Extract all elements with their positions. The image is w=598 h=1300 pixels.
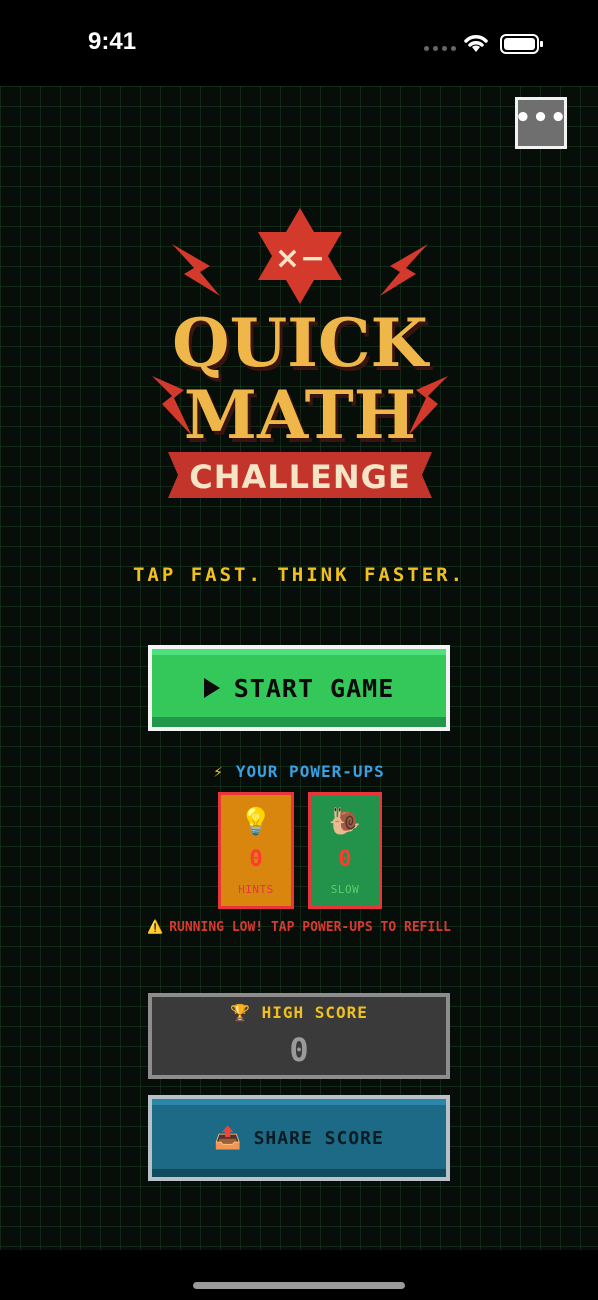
low-powerups-warning: ⚠️ RUNNING LOW! TAP POWER-UPS TO REFILL — [0, 920, 598, 935]
tagline: TAP FAST. THINK FASTER. — [132, 564, 466, 586]
signal-icon — [424, 46, 456, 51]
more-menu-button[interactable]: ••• — [515, 97, 567, 149]
share-icon: 📤 — [214, 1125, 242, 1151]
status-bar: 9:41 — [0, 0, 598, 86]
wifi-icon — [464, 35, 488, 52]
powerups-heading-text: YOUR POWER-UPS — [235, 762, 385, 781]
high-score-value: 0 — [289, 1031, 309, 1069]
lightning-bolt-icon — [172, 244, 220, 296]
start-game-label: START GAME — [233, 673, 395, 703]
ellipsis-icon: ••• — [514, 103, 568, 133]
home-area — [0, 1250, 598, 1300]
status-time: 9:41 — [88, 28, 137, 55]
share-score-label: SHARE SCORE — [253, 1127, 384, 1149]
start-game-button[interactable]: START GAME — [148, 645, 450, 731]
game-logo: ×− QUICK QUICK MATH MATH CHALLENGE — [152, 208, 448, 498]
logo-line-1: QUICK — [172, 304, 430, 382]
trophy-icon: 🏆 — [230, 1003, 251, 1022]
powerups-heading: ⚡ YOUR POWER-UPS — [0, 762, 598, 781]
slow-count: 0 — [338, 847, 352, 872]
logo-line-2: MATH — [184, 376, 416, 454]
high-score-title: 🏆 HIGH SCORE — [152, 1003, 446, 1022]
high-score-label: HIGH SCORE — [261, 1003, 368, 1022]
battery-icon — [500, 34, 543, 54]
hints-label: HINTS — [238, 883, 274, 896]
warning-icon: ⚠️ — [147, 920, 164, 935]
snail-icon: 🐌 — [328, 807, 362, 837]
lightning-bolt-icon — [380, 244, 428, 296]
slow-label: SLOW — [330, 883, 360, 896]
lightning-icon: ⚡ — [213, 762, 224, 781]
hints-count: 0 — [249, 847, 263, 872]
play-icon — [203, 678, 220, 698]
home-indicator[interactable] — [193, 1282, 405, 1289]
share-score-button[interactable]: 📤 SHARE SCORE — [148, 1095, 450, 1181]
logo-badge-text: ×− — [275, 241, 325, 276]
high-score-panel: 🏆 HIGH SCORE 0 — [148, 993, 450, 1079]
powerup-hints-button[interactable]: 💡 0 HINTS — [218, 792, 294, 909]
warning-text: RUNNING LOW! TAP POWER-UPS TO REFILL — [169, 920, 451, 935]
logo-banner-text: CHALLENGE — [189, 458, 411, 496]
powerup-slow-button[interactable]: 🐌 0 SLOW — [308, 792, 382, 909]
lightbulb-icon: 💡 — [239, 807, 273, 837]
